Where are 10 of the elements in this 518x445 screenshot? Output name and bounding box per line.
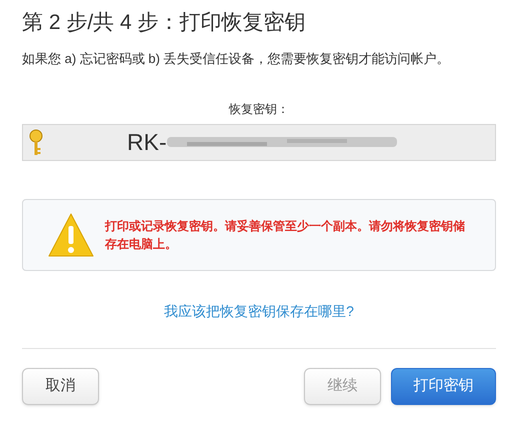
print-key-button[interactable]: 打印密钥 <box>391 368 496 405</box>
description-text: 如果您 a) 忘记密码或 b) 丢失受信任设备，您需要恢复密钥才能访问帐户。 <box>22 50 451 68</box>
dialog-title: 第 2 步/共 4 步：打印恢复密钥 <box>22 10 307 36</box>
warning-icon <box>48 212 94 258</box>
help-link[interactable]: 我应该把恢复密钥保存在哪里? <box>164 301 354 322</box>
recovery-key-text: RK- <box>127 128 167 158</box>
warning-text: 打印或记录恢复密钥。请妥善保管至少一个副本。请勿将恢复密钥储存在电脑上。 <box>105 218 466 253</box>
dialog-button[interactable]: 取消 <box>22 368 99 405</box>
key-label: 恢复密钥： <box>229 101 289 118</box>
key-icon <box>29 128 43 156</box>
